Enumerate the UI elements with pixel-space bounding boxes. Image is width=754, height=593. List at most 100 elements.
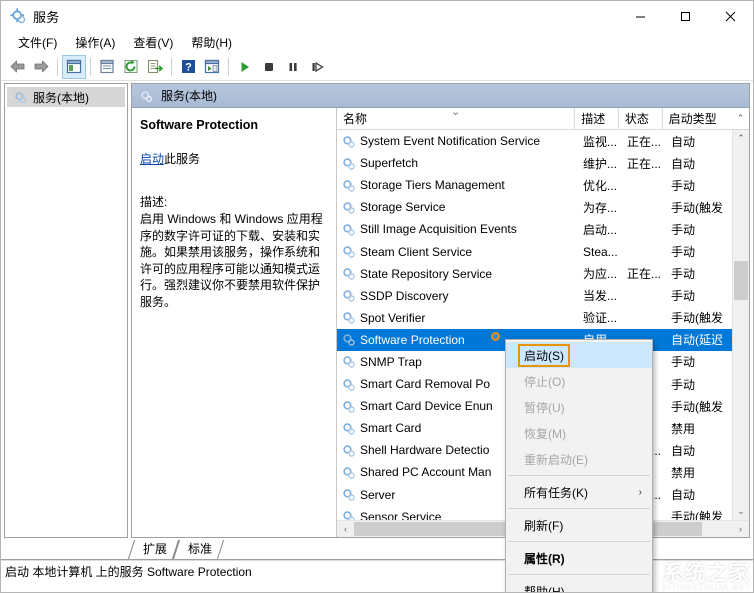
start-service-suffix: 此服务 (164, 152, 201, 166)
column-header-description[interactable]: 描述 (575, 108, 619, 129)
context-menu-item-label: 暂停(U) (524, 400, 565, 415)
cell-startup-type: 手动(触发 (671, 510, 723, 520)
cell-startup-type: 手动(触发 (671, 311, 723, 326)
scroll-down-button[interactable]: ⌄ (733, 503, 749, 520)
vertical-scrollbar[interactable]: ⌃ ⌄ (732, 130, 749, 520)
console-tree-pane: 服务(本地) (4, 83, 128, 538)
column-header-status[interactable]: 状态 (619, 108, 663, 129)
context-menu-item[interactable]: 所有任务(K) › (506, 479, 652, 505)
cell-description: 监视... (583, 134, 618, 149)
tree-node-services-local[interactable]: 服务(本地) (7, 87, 125, 107)
service-name-label: Shared PC Account Man (360, 465, 492, 480)
context-menu-item-label: 刷新(F) (524, 518, 564, 533)
restart-service-icon[interactable] (305, 55, 329, 79)
service-gear-icon (341, 377, 356, 392)
column-header-startup-type[interactable]: 启动类型 (663, 108, 733, 129)
table-row[interactable]: Storage Service 为存... 手动(触发 (337, 196, 749, 218)
service-name-label: System Event Notification Service (360, 134, 541, 149)
cell-startup-type: 禁用 (671, 465, 696, 480)
list-header-row: ⌄ 名称 描述 状态 启动类型 ⌃ (337, 108, 749, 130)
hscroll-right-button[interactable]: › (732, 521, 749, 537)
help-icon[interactable]: ? (176, 55, 200, 79)
service-name-label: Storage Service (360, 200, 446, 215)
cell-status: 正在... (627, 134, 662, 149)
cell-startup-type: 自动 (671, 156, 696, 171)
pause-service-icon[interactable] (281, 55, 305, 79)
tab-standard[interactable]: 标准 (176, 540, 221, 559)
service-name-label: Sensor Service (360, 509, 442, 520)
column-header-name-label: 名称 (343, 112, 368, 126)
table-row[interactable]: Spot Verifier 验证... 手动(触发 (337, 307, 749, 329)
stop-service-icon[interactable] (257, 55, 281, 79)
context-menu-item[interactable]: 属性(R) (506, 545, 652, 571)
service-name-label: SSDP Discovery (360, 288, 449, 303)
table-row[interactable]: State Repository Service 为应... 正在... 手动 (337, 263, 749, 285)
service-gear-icon (341, 421, 356, 436)
cell-startup-type: 自动 (671, 134, 696, 149)
service-gear-icon (341, 487, 356, 502)
context-menu-item[interactable]: 帮助(H) (506, 578, 652, 593)
toolbar-separator (228, 57, 229, 76)
scroll-up-button[interactable]: ⌃ (733, 130, 749, 147)
pane-content: Software Protection 启动此服务 描述: 启用 Windows… (132, 108, 749, 537)
scroll-thumb[interactable] (734, 260, 748, 301)
context-menu: 启动(S) 停止(O) 暂停(U) 恢复(M) 重新启动(E) 所有任务(K) › 刷新(F)… (505, 339, 653, 593)
context-menu-item-label: 重新启动(E) (524, 452, 588, 467)
maximize-button[interactable] (663, 1, 708, 31)
back-arrow-icon[interactable] (5, 55, 29, 79)
cell-service-name: Storage Tiers Management (337, 178, 577, 193)
services-window: 服务 文件(F) 操作(A) 查看(V) 帮助(H) ? 服务(本地) 服务(本… (0, 0, 754, 593)
table-row[interactable]: SSDP Discovery 当发... 手动 (337, 285, 749, 307)
cell-service-name: Storage Service (337, 200, 577, 215)
table-row[interactable]: System Event Notification Service 监视... 正在… (337, 130, 749, 152)
title-bar: 服务 (1, 1, 753, 31)
properties-icon[interactable] (95, 55, 119, 79)
service-gear-icon (341, 465, 356, 480)
table-row[interactable]: Steam Client Service Stea... 手动 (337, 240, 749, 262)
minimize-button[interactable] (618, 1, 663, 31)
scroll-up-glyph: ⌃ (736, 113, 745, 123)
service-gear-icon (341, 509, 356, 520)
export-list-icon[interactable] (143, 55, 167, 79)
table-row[interactable]: Storage Tiers Management 优化... 手动 (337, 174, 749, 196)
context-menu-item-label: 停止(O) (524, 374, 566, 389)
cell-service-name: Superfetch (337, 156, 577, 171)
start-service-icon[interactable] (233, 55, 257, 79)
services-gear-icon (10, 8, 26, 24)
start-service-link[interactable]: 启动 (140, 152, 164, 166)
refresh-icon[interactable] (119, 55, 143, 79)
hscroll-left-button[interactable]: ‹ (337, 521, 354, 537)
forward-arrow-icon[interactable] (29, 55, 53, 79)
service-name-label: Superfetch (360, 156, 419, 171)
tab-extended[interactable]: 扩展 (131, 540, 176, 559)
service-gear-icon (341, 222, 356, 237)
scroll-track[interactable] (733, 147, 749, 503)
show-hide-tree-icon[interactable] (62, 54, 86, 79)
cell-service-name: Steam Client Service (337, 244, 577, 259)
detail-service-name: Software Protection (140, 118, 259, 132)
menu-view[interactable]: 查看(V) (124, 32, 182, 53)
toolbar: ? (1, 53, 753, 81)
context-menu-item: 暂停(U) (506, 394, 652, 420)
close-button[interactable] (708, 1, 753, 31)
context-menu-item: 重新启动(E) (506, 446, 652, 472)
cell-service-name: SSDP Discovery (337, 288, 577, 303)
services-gear-icon (139, 89, 153, 103)
status-bar-text: 启动 本地计算机 上的服务 Software Protection (5, 565, 252, 579)
results-pane: 服务(本地) Software Protection 启动此服务 描述: 启用 … (131, 83, 750, 538)
service-gear-icon (341, 443, 356, 458)
service-name-label: Spot Verifier (360, 310, 426, 325)
menu-help[interactable]: 帮助(H) (182, 32, 241, 53)
menu-action[interactable]: 操作(A) (66, 32, 124, 53)
menu-file[interactable]: 文件(F) (9, 32, 66, 53)
show-action-pane-icon[interactable] (200, 55, 224, 79)
context-menu-item: 停止(O) (506, 368, 652, 394)
column-header-startup-type-label: 启动类型 (668, 112, 717, 126)
context-menu-item[interactable]: 启动(S) (506, 342, 652, 368)
context-menu-item[interactable]: 刷新(F) (506, 512, 652, 538)
table-row[interactable]: Superfetch 维护... 正在... 自动 (337, 152, 749, 174)
service-name-label: Software Protection (360, 332, 465, 347)
column-header-name[interactable]: ⌄ 名称 (337, 108, 576, 129)
table-row[interactable]: Still Image Acquisition Events 启动... 手动 (337, 218, 749, 240)
cell-description: 优化... (583, 178, 618, 193)
